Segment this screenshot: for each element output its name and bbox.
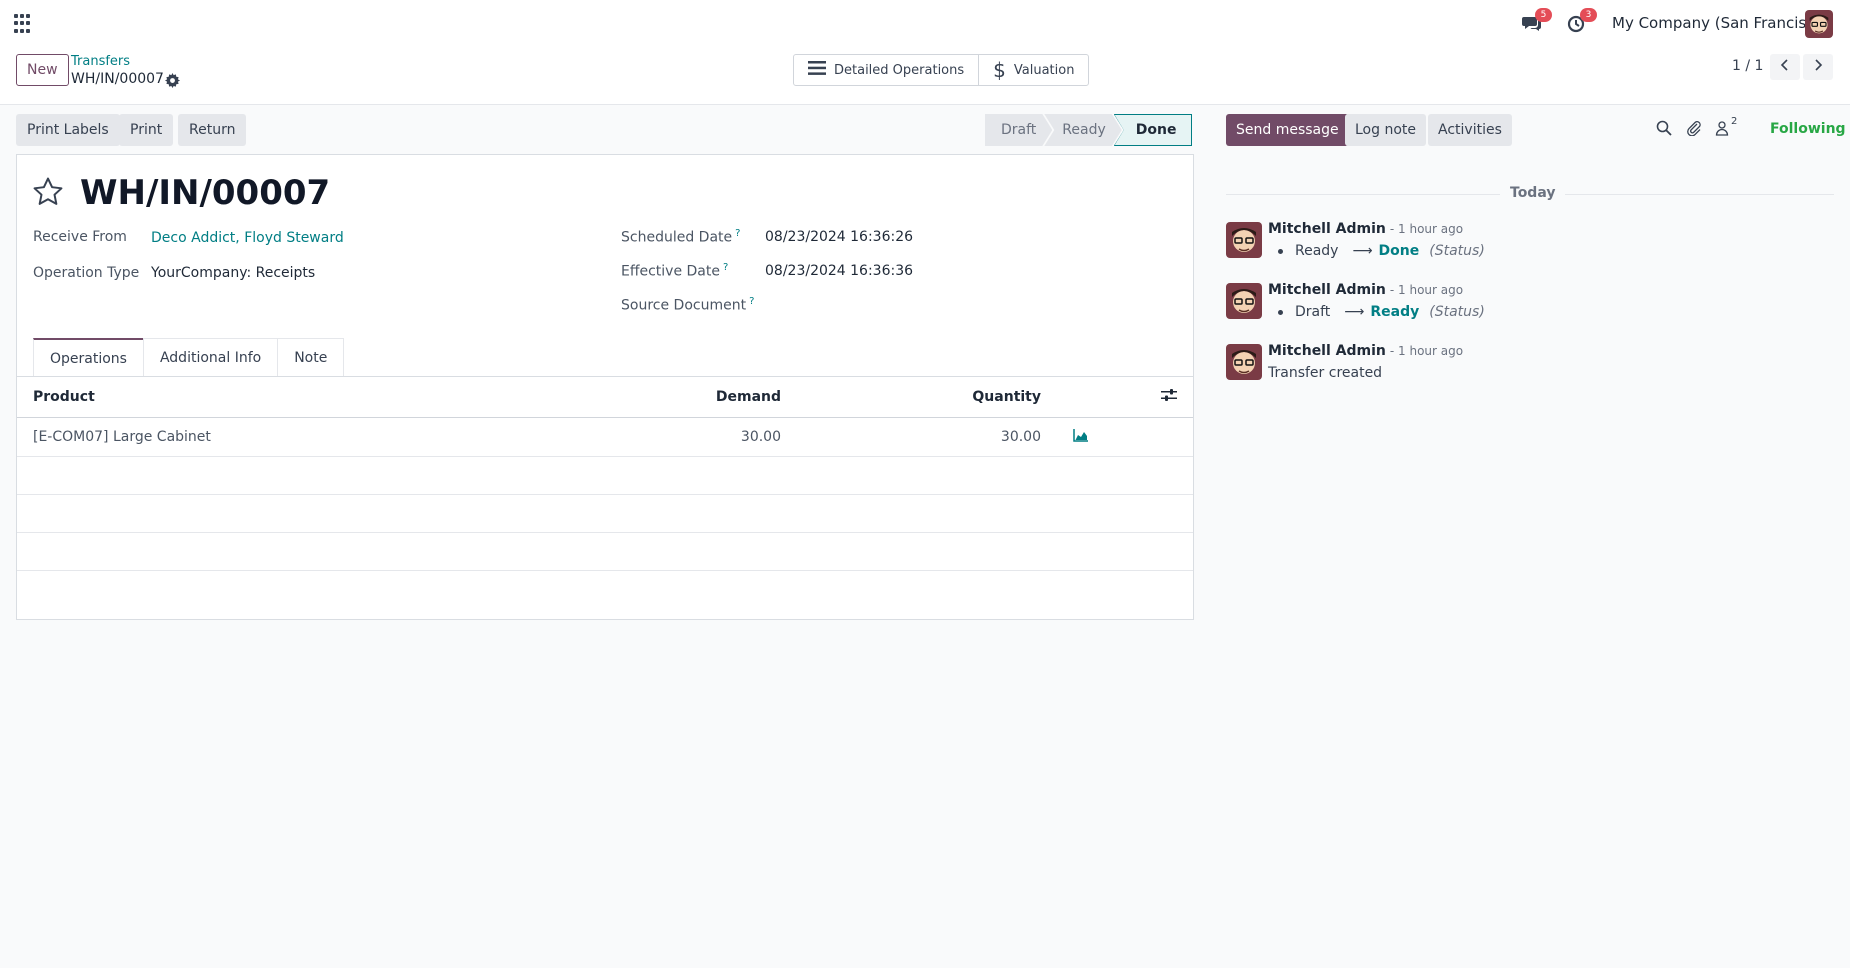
star-icon[interactable]: [31, 175, 65, 209]
following-button[interactable]: Following: [1770, 121, 1846, 137]
sliders-icon: [1161, 388, 1177, 406]
optional-columns-toggle[interactable]: [1057, 377, 1193, 418]
message-author[interactable]: Mitchell Admin - 1 hour ago: [1268, 343, 1463, 359]
pager-value[interactable]: 1 / 1: [1732, 58, 1763, 74]
table-row-empty: [17, 494, 1193, 533]
user-avatar[interactable]: [1805, 10, 1833, 38]
activity-badge: 3: [1580, 8, 1597, 22]
operations-table: Product Demand Quantity [E-COM07] Large …: [17, 377, 1193, 571]
message-author[interactable]: Mitchell Admin - 1 hour ago: [1268, 221, 1463, 237]
log-note-button[interactable]: Log note: [1345, 114, 1426, 146]
new-value: Ready: [1370, 304, 1420, 320]
breadcrumb-current-record: WH/IN/00007: [71, 71, 164, 87]
chevron-right-icon: [1813, 59, 1823, 75]
column-product[interactable]: Product: [17, 377, 497, 418]
activity-clock-icon[interactable]: 3: [1567, 8, 1597, 35]
followers-user-icon[interactable]: [1714, 120, 1732, 138]
column-quantity[interactable]: Quantity: [797, 377, 1057, 418]
chevron-left-icon: [1780, 59, 1790, 75]
scheduled-date-label: Scheduled Date?: [621, 228, 741, 246]
list-bars-icon: [808, 60, 826, 80]
breadcrumb-transfers[interactable]: Transfers: [71, 54, 130, 69]
quantity-cell[interactable]: 30.00: [797, 417, 1057, 457]
followers-count: 2: [1731, 116, 1738, 127]
send-message-button[interactable]: Send message: [1226, 114, 1349, 146]
arrow-right-icon: ⟶: [1352, 243, 1373, 259]
field-name: (Status): [1429, 243, 1485, 259]
valuation-label: Valuation: [1013, 62, 1075, 78]
avatar[interactable]: [1226, 283, 1262, 319]
company-switcher[interactable]: My Company (San Francisco): [1612, 14, 1829, 32]
source-document-label: Source Document?: [621, 296, 755, 314]
receive-from-value[interactable]: Deco Addict, Floyd Steward: [151, 230, 344, 246]
pager-previous-button[interactable]: [1770, 54, 1800, 80]
notebook-tabs: Operations Additional Info Note: [33, 338, 345, 376]
status-done[interactable]: Done: [1113, 114, 1193, 146]
area-chart-icon: [1073, 428, 1089, 446]
message-date: - 1 hour ago: [1389, 283, 1464, 297]
table-header-row: Product Demand Quantity: [17, 377, 1193, 418]
paperclip-icon[interactable]: [1686, 120, 1704, 138]
product-cell[interactable]: [E-COM07] Large Cabinet: [17, 417, 497, 457]
smart-buttons: Detailed Operations $ Valuation: [793, 54, 1090, 86]
field-name: (Status): [1429, 304, 1485, 320]
return-button[interactable]: Return: [178, 114, 247, 146]
activities-button[interactable]: Activities: [1428, 114, 1512, 146]
new-button[interactable]: New: [16, 54, 69, 86]
message-date: - 1 hour ago: [1389, 344, 1464, 358]
help-tooltip-icon[interactable]: ?: [735, 228, 740, 239]
help-tooltip-icon[interactable]: ?: [723, 262, 728, 273]
print-labels-button[interactable]: Print Labels: [16, 114, 120, 146]
tab-note[interactable]: Note: [277, 338, 345, 376]
message-body: Transfer created: [1268, 365, 1383, 381]
record-title: WH/IN/00007: [80, 173, 331, 213]
tab-additional-info[interactable]: Additional Info: [142, 338, 279, 376]
old-value: Draft: [1295, 304, 1331, 320]
pager-next-button[interactable]: [1803, 54, 1833, 80]
tab-operations[interactable]: Operations: [33, 338, 144, 376]
receive-from-label: Receive From: [33, 229, 127, 245]
demand-cell[interactable]: 30.00: [497, 417, 797, 457]
help-tooltip-icon[interactable]: ?: [749, 296, 754, 307]
date-separator-label: Today: [1500, 185, 1566, 201]
print-button[interactable]: Print: [119, 114, 174, 146]
form-sheet: WH/IN/00007 Receive From Deco Addict, Fl…: [16, 154, 1194, 620]
effective-date-label: Effective Date?: [621, 262, 729, 280]
forecast-report-button[interactable]: [1057, 417, 1193, 457]
operation-type-label: Operation Type: [33, 265, 140, 281]
dollar-icon: $: [993, 58, 1006, 82]
tracking-value: Ready ⟶ Done (Status): [1278, 243, 1485, 259]
search-icon[interactable]: [1656, 120, 1674, 138]
old-value: Ready: [1295, 243, 1339, 259]
new-value: Done: [1378, 243, 1420, 259]
table-row-empty: [17, 532, 1193, 571]
status-draft[interactable]: Draft: [985, 114, 1052, 146]
top-navbar: 5 3 My Company (San Francisco): [0, 0, 1850, 46]
valuation-button[interactable]: $ Valuation: [978, 55, 1088, 85]
table-row[interactable]: [E-COM07] Large Cabinet 30.00 30.00: [17, 417, 1193, 457]
table-row-empty: [17, 456, 1193, 495]
discuss-chat-icon[interactable]: 5: [1522, 8, 1552, 35]
apps-menu-icon[interactable]: [14, 14, 34, 34]
discuss-badge: 5: [1535, 8, 1552, 22]
avatar[interactable]: [1226, 344, 1262, 380]
status-ready[interactable]: Ready: [1044, 114, 1121, 146]
arrow-right-icon: ⟶: [1344, 304, 1365, 320]
message-date: - 1 hour ago: [1389, 222, 1464, 236]
gear-icon[interactable]: [165, 73, 180, 88]
scheduled-date-value[interactable]: 08/23/2024 16:36:26: [765, 229, 913, 245]
effective-date-value[interactable]: 08/23/2024 16:36:36: [765, 263, 913, 279]
avatar[interactable]: [1226, 222, 1262, 258]
detailed-operations-label: Detailed Operations: [834, 62, 965, 78]
column-demand[interactable]: Demand: [497, 377, 797, 418]
detailed-operations-button[interactable]: Detailed Operations: [794, 55, 978, 85]
status-done-label: Done: [1135, 122, 1177, 138]
control-panel: New Transfers WH/IN/00007 Detailed Opera…: [0, 46, 1850, 105]
message-author[interactable]: Mitchell Admin - 1 hour ago: [1268, 282, 1463, 298]
operation-type-value[interactable]: YourCompany: Receipts: [151, 265, 315, 281]
status-bar: Draft Ready Done: [985, 114, 1193, 146]
tracking-value: Draft ⟶ Ready (Status): [1278, 304, 1485, 320]
